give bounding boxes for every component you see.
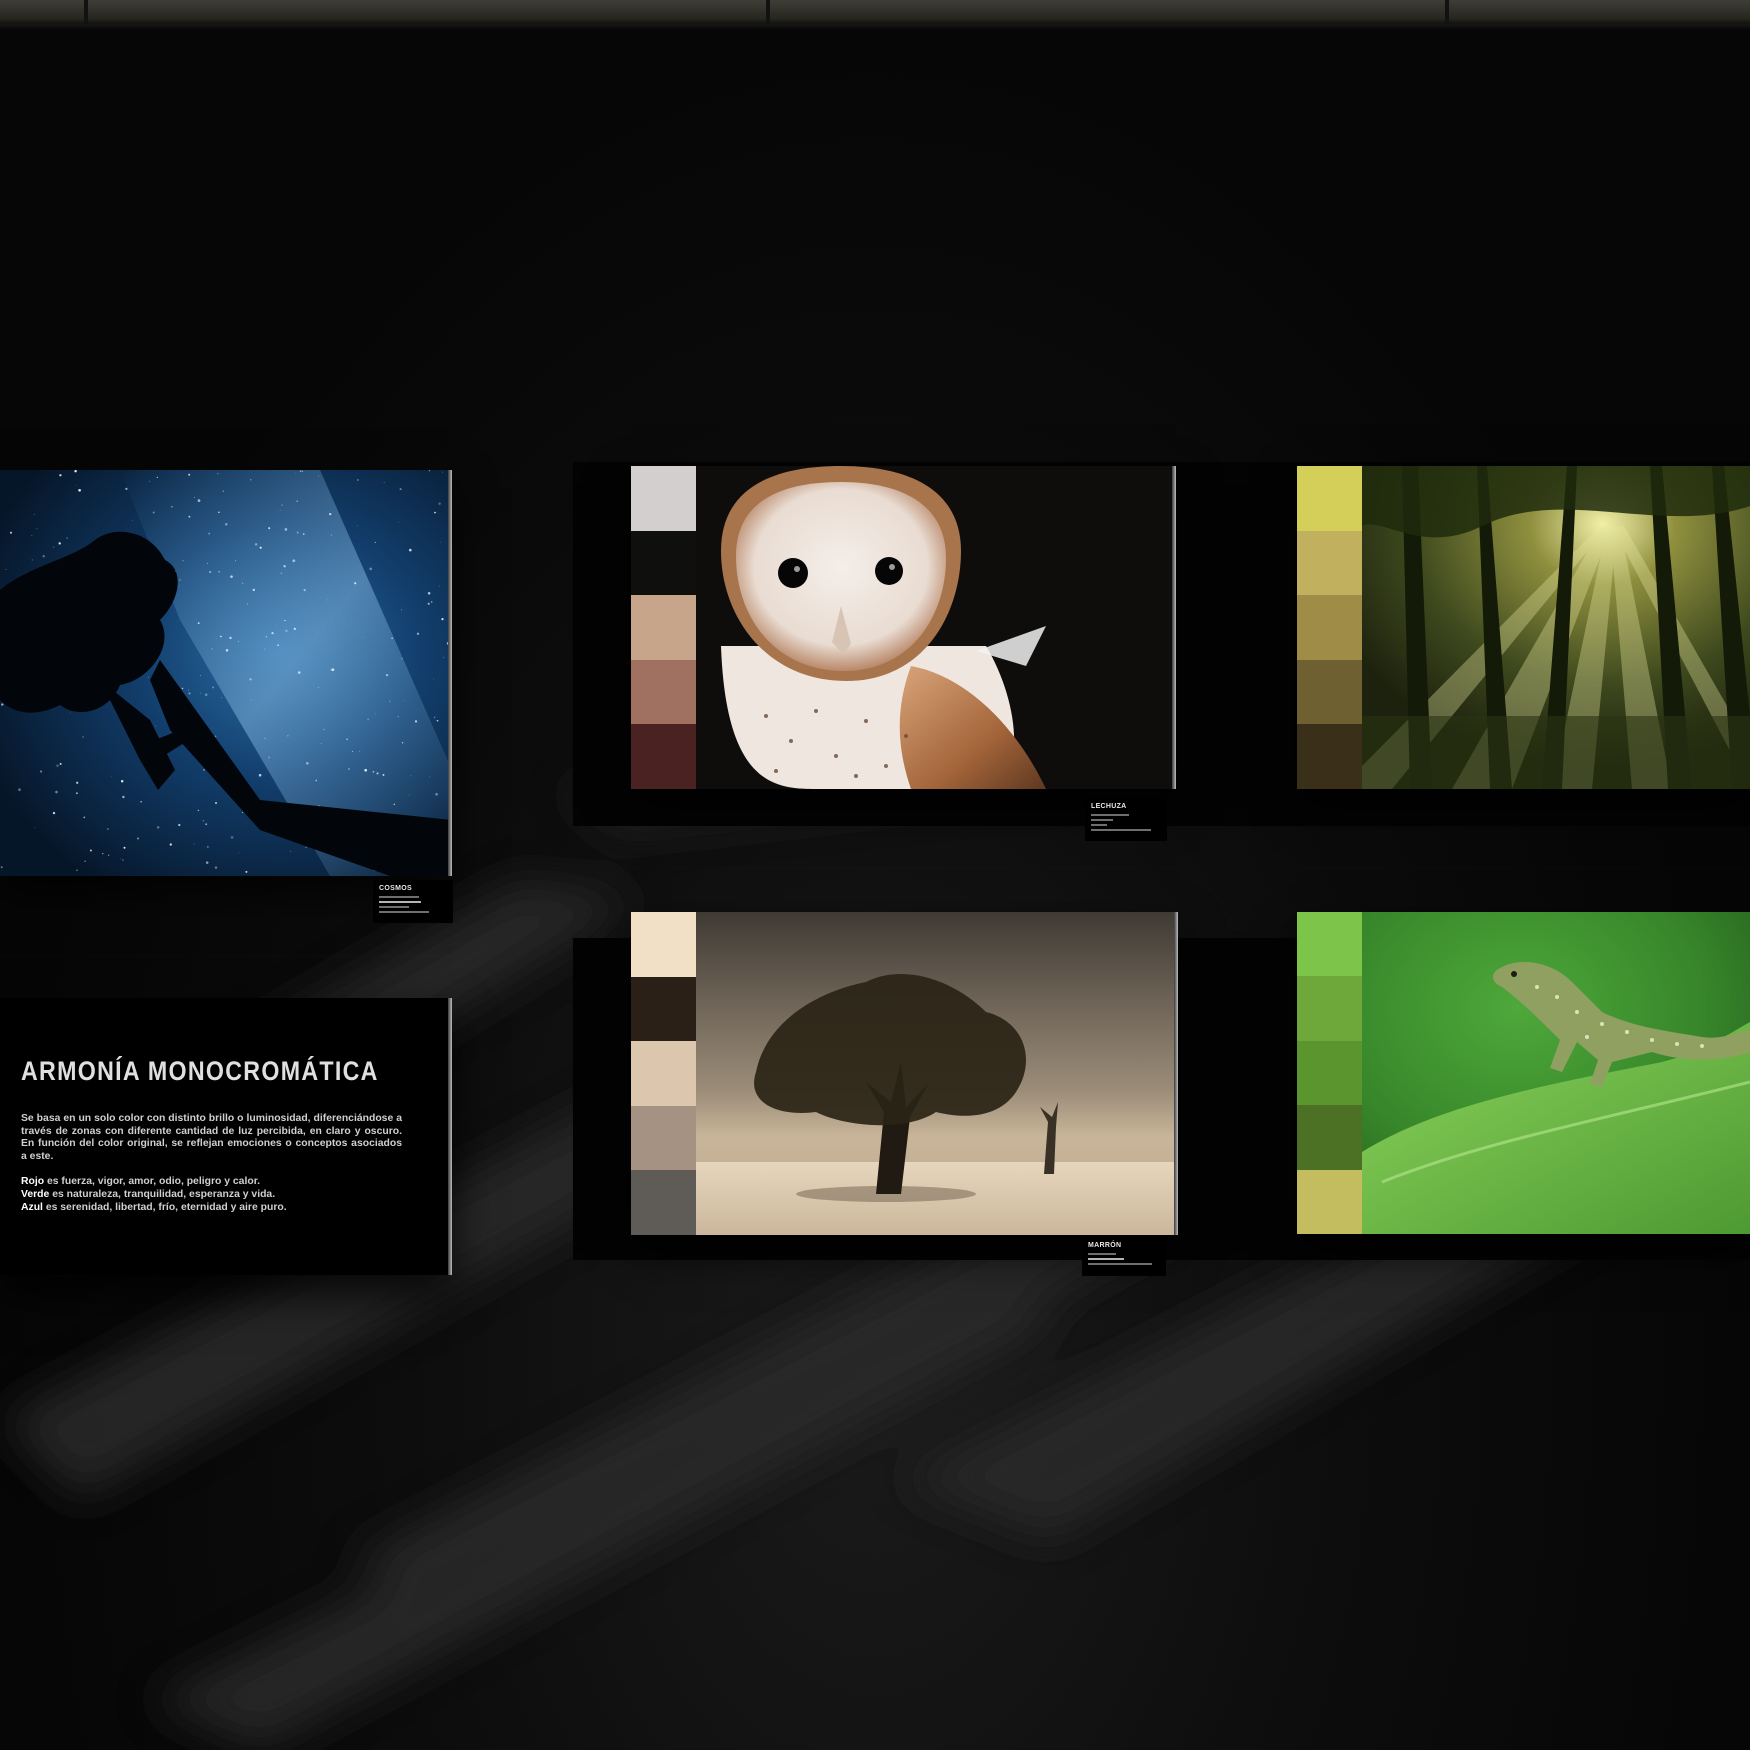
label-line bbox=[379, 896, 419, 898]
frame-edge bbox=[1172, 466, 1176, 789]
label-line bbox=[1091, 824, 1107, 826]
forest-swatch-5 bbox=[1297, 724, 1362, 789]
tree-swatch-3 bbox=[631, 1041, 696, 1106]
owl-label-title: LECHUZA bbox=[1091, 803, 1127, 810]
tree-swatch-4 bbox=[631, 1105, 696, 1171]
label-line bbox=[1088, 1258, 1124, 1260]
lizard-swatch-column bbox=[1297, 912, 1362, 1234]
forest-swatch-2 bbox=[1297, 530, 1362, 596]
owl-swatch-4 bbox=[631, 659, 696, 725]
meaning-color-green: Verde bbox=[21, 1188, 50, 1200]
forest-artwork[interactable] bbox=[1297, 466, 1750, 789]
night-sky-artwork[interactable] bbox=[0, 470, 452, 876]
label-line bbox=[379, 911, 429, 913]
forest-swatch-1 bbox=[1297, 466, 1362, 531]
night-sky-photo bbox=[0, 470, 452, 876]
tree-swatch-2 bbox=[631, 976, 696, 1042]
tree-swatch-column bbox=[631, 912, 696, 1235]
label-line bbox=[1091, 829, 1151, 831]
label-line bbox=[1088, 1263, 1152, 1265]
meaning-line-blue: Azul es serenidad, libertad, frío, etern… bbox=[21, 1202, 402, 1215]
frame-edge bbox=[1174, 912, 1178, 1235]
tree-label: MARRÓN bbox=[1082, 1237, 1166, 1276]
meaning-text-green: es naturaleza, tranquilidad, esperanza y… bbox=[49, 1188, 276, 1200]
forest-swatch-4 bbox=[1297, 659, 1362, 725]
forest-swatch-column bbox=[1297, 466, 1362, 789]
night-sky-label-title: COSMOS bbox=[379, 885, 412, 892]
owl-swatch-5 bbox=[631, 724, 696, 789]
label-line bbox=[379, 906, 409, 908]
meaning-color-red: Rojo bbox=[21, 1176, 45, 1188]
owl-swatch-3 bbox=[631, 595, 696, 660]
lizard-swatch-5 bbox=[1297, 1169, 1362, 1234]
lizard-photo bbox=[1362, 912, 1750, 1234]
owl-artwork[interactable] bbox=[631, 466, 1176, 789]
meaning-text-red: es fuerza, vigor, amor, odio, peligro y … bbox=[44, 1176, 261, 1188]
lizard-swatch-4 bbox=[1297, 1105, 1362, 1170]
meaning-line-red: Rojo es fuerza, vigor, amor, odio, pelig… bbox=[21, 1176, 402, 1189]
exhibit-title: ARMONÍA MONOCROMÁTICA bbox=[21, 1056, 379, 1086]
tree-artwork[interactable] bbox=[631, 912, 1178, 1235]
exhibit-description: Se basa en un solo color con distinto br… bbox=[21, 1113, 402, 1162]
exhibit-description-panel: ARMONÍA MONOCROMÁTICA Se basa en un solo… bbox=[0, 998, 452, 1275]
forest-photo bbox=[1362, 466, 1750, 789]
tree-swatch-5 bbox=[631, 1170, 696, 1235]
meaning-text-blue: es serenidad, libertad, frío, eternidad … bbox=[42, 1201, 287, 1213]
ceiling-seam bbox=[84, 0, 88, 24]
gallery-scene: COSMOS LECHUZA MARRÓN ARMONÍA MONOCROMÁT… bbox=[0, 0, 1750, 1750]
lizard-swatch-3 bbox=[1297, 1040, 1362, 1106]
label-line bbox=[1091, 814, 1129, 816]
lizard-swatch-1 bbox=[1297, 912, 1362, 977]
owl-photo bbox=[696, 466, 1176, 789]
frame-edge bbox=[448, 470, 452, 876]
label-line bbox=[1088, 1253, 1116, 1255]
meaning-color-blue: Azul bbox=[21, 1201, 43, 1213]
lizard-artwork[interactable] bbox=[1297, 912, 1750, 1234]
ceiling-seam bbox=[766, 0, 770, 24]
owl-swatch-1 bbox=[631, 466, 696, 531]
ceiling bbox=[0, 0, 1750, 26]
tree-label-title: MARRÓN bbox=[1088, 1242, 1122, 1249]
meaning-line-green: Verde es naturaleza, tranquilidad, esper… bbox=[21, 1189, 402, 1202]
owl-swatch-2 bbox=[631, 530, 696, 596]
owl-swatch-column bbox=[631, 466, 696, 789]
ceiling-seam bbox=[1445, 0, 1449, 24]
tree-photo bbox=[696, 912, 1178, 1235]
label-line bbox=[379, 901, 421, 903]
lizard-swatch-2 bbox=[1297, 976, 1362, 1041]
tree-swatch-1 bbox=[631, 912, 696, 977]
night-sky-label: COSMOS bbox=[373, 880, 453, 923]
label-line bbox=[1091, 819, 1113, 821]
owl-label: LECHUZA bbox=[1085, 798, 1167, 841]
forest-swatch-3 bbox=[1297, 595, 1362, 660]
ceiling-band bbox=[0, 24, 1750, 30]
frame-edge bbox=[448, 998, 452, 1275]
